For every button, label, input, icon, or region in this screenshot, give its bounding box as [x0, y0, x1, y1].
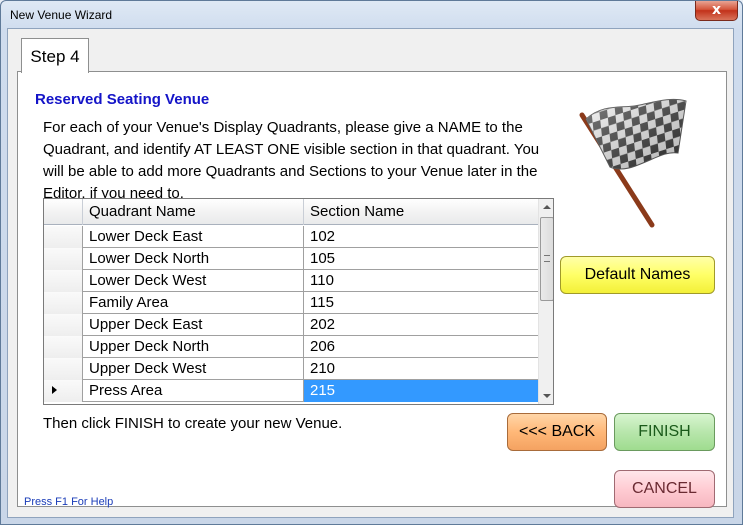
quadrant-cell[interactable]: Lower Deck West [83, 270, 304, 292]
table-row[interactable]: Upper Deck West 210 [44, 358, 538, 380]
quadrant-cell[interactable]: Lower Deck East [83, 226, 304, 248]
row-selector[interactable] [44, 358, 83, 380]
finish-button[interactable]: FINISH [614, 413, 715, 451]
section-cell[interactable]: 102 [304, 226, 538, 248]
page-heading: Reserved Seating Venue [35, 91, 210, 108]
table-row[interactable]: Lower Deck North 105 [44, 248, 538, 270]
row-selector[interactable] [44, 292, 83, 314]
row-selector[interactable] [44, 336, 83, 358]
section-cell[interactable]: 115 [304, 292, 538, 314]
scroll-down-arrow-icon[interactable] [539, 387, 553, 404]
title-bar[interactable]: New Venue Wizard x [1, 1, 742, 29]
table-row[interactable]: Family Area 115 [44, 292, 538, 314]
section-cell[interactable]: 206 [304, 336, 538, 358]
section-cell[interactable]: 105 [304, 248, 538, 270]
section-cell[interactable]: 202 [304, 314, 538, 336]
cancel-button[interactable]: CANCEL [614, 470, 715, 508]
instructions-text: For each of your Venue's Display Quadran… [43, 119, 540, 202]
row-pointer-icon [52, 386, 57, 394]
table-row[interactable]: Upper Deck East 202 [44, 314, 538, 336]
section-cell[interactable]: 210 [304, 358, 538, 380]
table-row[interactable]: Lower Deck East 102 [44, 226, 538, 248]
scrollbar-thumb[interactable] [540, 217, 553, 301]
vertical-scrollbar[interactable] [538, 199, 553, 404]
quadrant-cell[interactable]: Upper Deck North [83, 336, 304, 358]
scroll-up-arrow-icon[interactable] [539, 199, 553, 216]
table-row-current[interactable]: Press Area 215 [44, 380, 538, 402]
row-selector[interactable] [44, 314, 83, 336]
checkered-flag-icon [579, 98, 687, 228]
default-names-button[interactable]: Default Names [560, 256, 715, 294]
section-cell-selected[interactable]: 215 [304, 380, 538, 402]
row-selector[interactable] [44, 226, 83, 248]
row-selector[interactable] [44, 270, 83, 292]
help-hint: Press F1 For Help [24, 496, 114, 508]
table-row[interactable]: Upper Deck North 206 [44, 336, 538, 358]
back-button[interactable]: <<< BACK [507, 413, 607, 451]
row-header-corner [44, 199, 83, 225]
finish-instruction: Then click FINISH to create your new Ven… [43, 415, 343, 432]
tab-step-4[interactable]: Step 4 [21, 38, 89, 73]
quadrant-cell[interactable]: Press Area [83, 380, 304, 402]
grid-header: Quadrant Name Section Name [44, 199, 538, 225]
close-button[interactable]: x [695, 1, 738, 21]
table-row[interactable]: Lower Deck West 110 [44, 270, 538, 292]
row-selector[interactable] [44, 248, 83, 270]
quadrant-cell[interactable]: Upper Deck West [83, 358, 304, 380]
column-header-section[interactable]: Section Name [304, 199, 538, 225]
row-selector[interactable] [44, 380, 83, 402]
column-header-quadrant[interactable]: Quadrant Name [83, 199, 304, 225]
quadrant-grid[interactable]: Quadrant Name Section Name Lower Deck Ea… [43, 198, 554, 405]
window-title: New Venue Wizard [10, 8, 113, 22]
quadrant-cell[interactable]: Upper Deck East [83, 314, 304, 336]
quadrant-cell[interactable]: Lower Deck North [83, 248, 304, 270]
section-cell[interactable]: 110 [304, 270, 538, 292]
quadrant-cell[interactable]: Family Area [83, 292, 304, 314]
